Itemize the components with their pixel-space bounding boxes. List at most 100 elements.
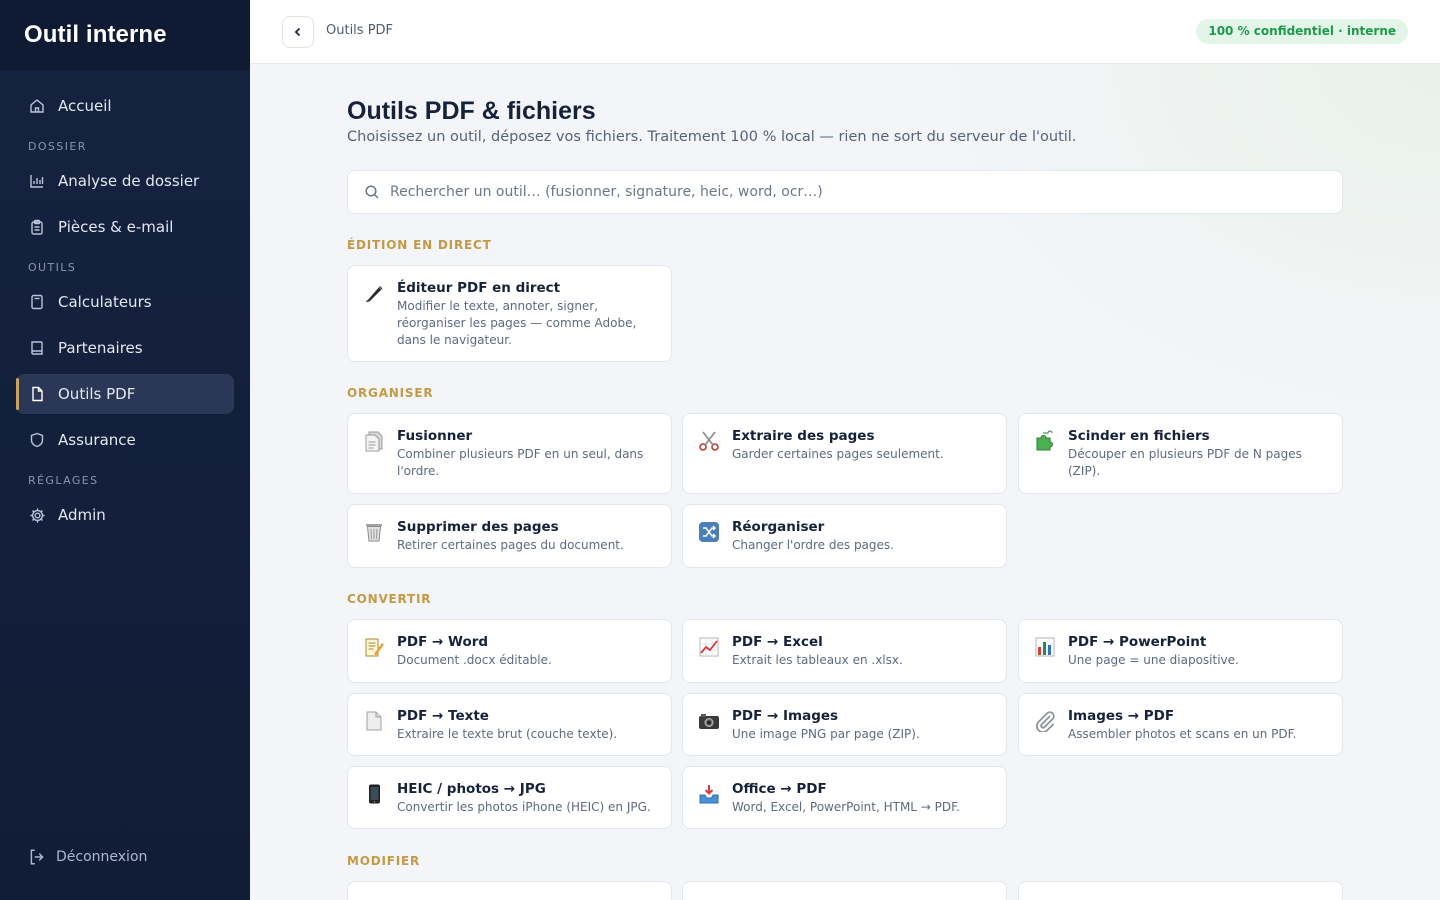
logout-icon [28, 848, 46, 866]
sidebar-item-assurance[interactable]: Assurance [16, 420, 234, 460]
tool-title: HEIC / photos → JPG [397, 781, 546, 797]
file-stack-icon [362, 429, 386, 453]
sidebar-item-admin[interactable]: Admin [16, 495, 234, 535]
tool-title: PDF → Excel [732, 634, 823, 650]
sidebar-item-analyse-de-dossier[interactable]: Analyse de dossier [16, 161, 234, 201]
sidebar-nav: Accueil DOSSIER Analyse de dossier Pièce… [0, 70, 250, 535]
confidential-badge: 100 % confidentiel · interne [1196, 19, 1408, 44]
tool-card-heic-jpg[interactable]: HEIC / photos → JPG Convertir les photos… [347, 766, 672, 829]
sidebar-section-dossier: DOSSIER [28, 140, 87, 153]
tool-card[interactable] [347, 881, 672, 900]
app-brand: Outil interne [0, 0, 250, 70]
tool-card[interactable] [682, 881, 1007, 900]
tool-description: Combiner plusieurs PDF en un seul, dans … [397, 447, 644, 478]
tool-card-extraire-pages[interactable]: Extraire des pages Garder certaines page… [682, 413, 1007, 494]
calculator-icon [28, 293, 46, 311]
tool-card-office-pdf[interactable]: Office → PDF Word, Excel, PowerPoint, HT… [682, 766, 1007, 829]
sidebar-item-label: Calculateurs [58, 293, 152, 311]
tool-card-pdf-excel[interactable]: PDF → Excel Extrait les tableaux en .xls… [682, 619, 1007, 683]
tool-title: Réorganiser [732, 519, 825, 535]
tool-description: Une page = une diapositive. [1068, 653, 1239, 667]
home-icon [28, 97, 46, 115]
sidebar-item-label: Outils PDF [58, 385, 136, 403]
breadcrumb: Outils PDF [326, 23, 394, 38]
tool-card-editeur-pdf[interactable]: Éditeur PDF en direct Modifier le texte,… [347, 265, 672, 362]
section-label-convertir: CONVERTIR [347, 592, 432, 606]
sidebar-item-label: Accueil [58, 97, 112, 115]
file-icon [28, 385, 46, 403]
sidebar-item-label: Assurance [58, 431, 136, 449]
puzzle-icon [1033, 429, 1057, 453]
section-label-edition: ÉDITION EN DIRECT [347, 238, 492, 252]
tool-card-pdf-texte[interactable]: PDF → Texte Extraire le texte brut (couc… [347, 693, 672, 756]
bar-chart-icon [28, 172, 46, 190]
tool-description: Une image PNG par page (ZIP). [732, 727, 920, 741]
tool-description: Document .docx éditable. [397, 653, 552, 667]
tool-description: Découper en plusieurs PDF de N pages (ZI… [1068, 447, 1302, 478]
sidebar-item-label: Partenaires [58, 339, 143, 357]
tool-card-fusionner[interactable]: Fusionner Combiner plusieurs PDF en un s… [347, 413, 672, 494]
sidebar-item-outils-pdf[interactable]: Outils PDF [16, 374, 234, 414]
main-content: Outils PDF & fichiers Choisissez un outi… [250, 64, 1440, 900]
tool-title: Fusionner [397, 428, 473, 444]
tool-description: Retirer certaines pages du document. [397, 538, 624, 552]
tool-description: Word, Excel, PowerPoint, HTML → PDF. [732, 800, 960, 814]
camera-icon [697, 709, 721, 733]
clipboard-icon [28, 218, 46, 236]
page-title: Outils PDF & fichiers [347, 97, 596, 125]
tool-title: PDF → Images [732, 708, 839, 724]
sidebar-item-accueil[interactable]: Accueil [16, 86, 234, 126]
scissors-icon [697, 429, 721, 453]
sidebar-item-calculateurs[interactable]: Calculateurs [16, 282, 234, 322]
tool-description: Convertir les photos iPhone (HEIC) en JP… [397, 800, 651, 814]
sidebar-item-partenaires[interactable]: Partenaires [16, 328, 234, 368]
wastebasket-icon [362, 520, 386, 544]
gear-icon [28, 506, 46, 524]
logout-label: Déconnexion [56, 849, 148, 865]
pen-icon [362, 281, 386, 305]
sidebar-item-label: Pièces & e-mail [58, 218, 174, 236]
tool-title: Supprimer des pages [397, 519, 559, 535]
tool-title: PDF → PowerPoint [1068, 634, 1207, 650]
section-label-organiser: ORGANISER [347, 386, 434, 400]
tool-card-supprimer-pages[interactable]: Supprimer des pages Retirer certaines pa… [347, 504, 672, 568]
tool-card-pdf-word[interactable]: PDF → Word Document .docx éditable. [347, 619, 672, 683]
tool-card-pdf-powerpoint[interactable]: PDF → PowerPoint Une page = une diaposit… [1018, 619, 1343, 683]
tool-description: Extraire le texte brut (couche texte). [397, 727, 618, 741]
back-button[interactable] [282, 16, 314, 48]
tool-description: Extrait les tableaux en .xlsx. [732, 653, 903, 667]
tool-card-images-pdf[interactable]: Images → PDF Assembler photos et scans e… [1018, 693, 1343, 756]
tool-card[interactable] [1018, 881, 1343, 900]
tool-title: Images → PDF [1068, 708, 1175, 724]
search-icon [364, 184, 380, 200]
logout-button[interactable]: Déconnexion [28, 848, 147, 866]
chart-up-icon [697, 635, 721, 659]
tool-description: Assembler photos et scans en un PDF. [1068, 727, 1297, 741]
search-input[interactable] [390, 184, 1290, 200]
sidebar-section-outils: OUTILS [28, 261, 77, 274]
book-icon [28, 339, 46, 357]
topbar: Outils PDF 100 % confidentiel · interne [250, 0, 1440, 64]
tool-title: PDF → Word [397, 634, 489, 650]
sidebar-item-label: Admin [58, 506, 106, 524]
tool-card-pdf-images[interactable]: PDF → Images Une image PNG par page (ZIP… [682, 693, 1007, 756]
page-subtitle: Choisissez un outil, déposez vos fichier… [347, 129, 1077, 145]
tool-title: Office → PDF [732, 781, 827, 797]
sidebar: Outil interne Accueil DOSSIER Analyse de… [0, 0, 250, 900]
tool-title: PDF → Texte [397, 708, 489, 724]
section-label-modifier: MODIFIER [347, 854, 421, 868]
sidebar-section-reglages: RÉGLAGES [28, 474, 99, 487]
search-bar [347, 170, 1343, 214]
tool-card-scinder[interactable]: Scinder en fichiers Découper en plusieur… [1018, 413, 1343, 494]
chevron-left-icon [292, 26, 304, 38]
tool-title: Scinder en fichiers [1068, 428, 1210, 444]
tool-card-reorganiser[interactable]: Réorganiser Changer l'ordre des pages. [682, 504, 1007, 568]
sidebar-item-pieces-email[interactable]: Pièces & e-mail [16, 207, 234, 247]
page-icon [362, 709, 386, 733]
shuffle-icon [697, 520, 721, 544]
inbox-icon [697, 782, 721, 806]
tool-title: Extraire des pages [732, 428, 875, 444]
tool-description: Changer l'ordre des pages. [732, 538, 894, 552]
tool-title: Éditeur PDF en direct [397, 280, 561, 296]
sidebar-item-label: Analyse de dossier [58, 172, 200, 190]
